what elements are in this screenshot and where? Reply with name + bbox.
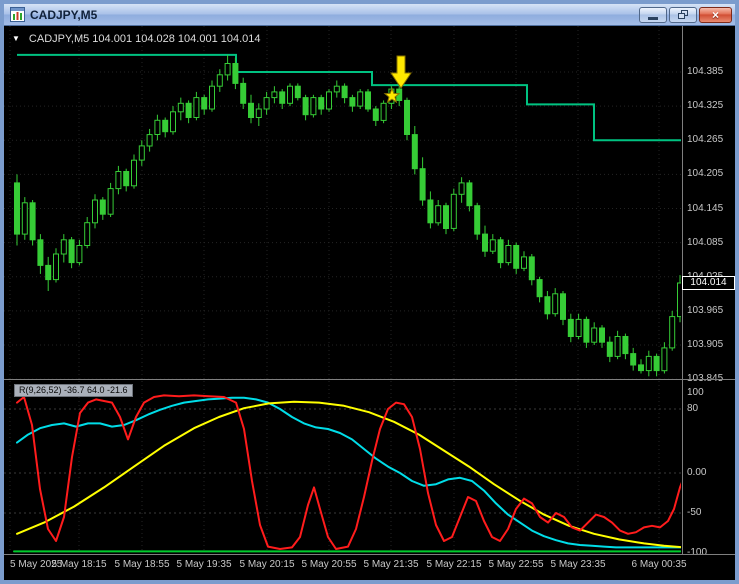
close-button[interactable]: × [699, 6, 732, 23]
window-controls: × [637, 6, 732, 23]
indicator-scale-label: 80 [687, 403, 699, 414]
time-axis-separator [4, 554, 735, 555]
mt4-chart-window: CADJPY,M5 × ▼ CADJPY,M5 104.001 104.028 … [0, 0, 739, 584]
one-click-trading-collapse-icon[interactable]: ▼ [12, 35, 20, 43]
window-title: CADJPY,M5 [30, 7, 98, 22]
price-scale-label: 104.385 [687, 66, 724, 77]
close-icon: × [711, 7, 719, 22]
indicator-scale-label: 100 [687, 387, 704, 398]
price-scale-label: 104.325 [687, 100, 724, 111]
price-scale-label: 104.205 [687, 168, 724, 179]
time-axis-label: 5 May 22:55 [488, 559, 544, 570]
price-scale-separator [682, 26, 683, 554]
time-axis-label: 5 May 23:35 [550, 559, 606, 570]
restore-icon [678, 10, 688, 19]
indicator-scale-label: -50 [687, 507, 702, 518]
current-price-tag: 104.014 [682, 276, 735, 290]
window-splitter[interactable] [4, 379, 735, 380]
indicator-scale-label: -100 [687, 547, 708, 558]
minimize-button[interactable] [639, 6, 667, 23]
price-scale-label: 104.265 [687, 134, 724, 145]
price-scale-label: 103.965 [687, 305, 724, 316]
main-price-chart[interactable] [4, 26, 681, 380]
restore-button[interactable] [669, 6, 697, 23]
indicator-scale-label: 0.00 [687, 467, 707, 478]
time-axis-label: 5 May 20:55 [301, 559, 357, 570]
price-scale-label: 104.085 [687, 237, 724, 248]
price-scale-label: 104.145 [687, 203, 724, 214]
chart-ohlc-info: ▼ CADJPY,M5 104.001 104.028 104.001 104.… [12, 33, 261, 45]
window-titlebar[interactable]: CADJPY,M5 × [4, 4, 735, 26]
minimize-icon [648, 16, 658, 20]
oscillator-line-fast [16, 394, 681, 550]
oscillator-line-signal [16, 400, 681, 549]
time-axis-label: 5 May 20:15 [239, 559, 295, 570]
time-axis-label: 5 May 22:15 [426, 559, 482, 570]
time-axis-label: 5 May 18:55 [114, 559, 170, 570]
chart-window-icon [10, 7, 25, 22]
time-axis-label: 5 May 18:15 [51, 559, 107, 570]
oscillator-subwindow[interactable] [4, 381, 681, 553]
price-scale-label: 103.905 [687, 339, 724, 350]
ohlc-text: CADJPY,M5 104.001 104.028 104.001 104.01… [28, 33, 261, 45]
time-axis-label: 6 May 00:35 [631, 559, 687, 570]
chart-area: ▼ CADJPY,M5 104.001 104.028 104.001 104.… [4, 26, 735, 580]
indicator-label: R(9,26,52) -36.7 64.0 -21.6 [14, 384, 133, 397]
time-axis-label: 5 May 19:35 [176, 559, 232, 570]
time-axis-label: 5 May 21:35 [363, 559, 419, 570]
